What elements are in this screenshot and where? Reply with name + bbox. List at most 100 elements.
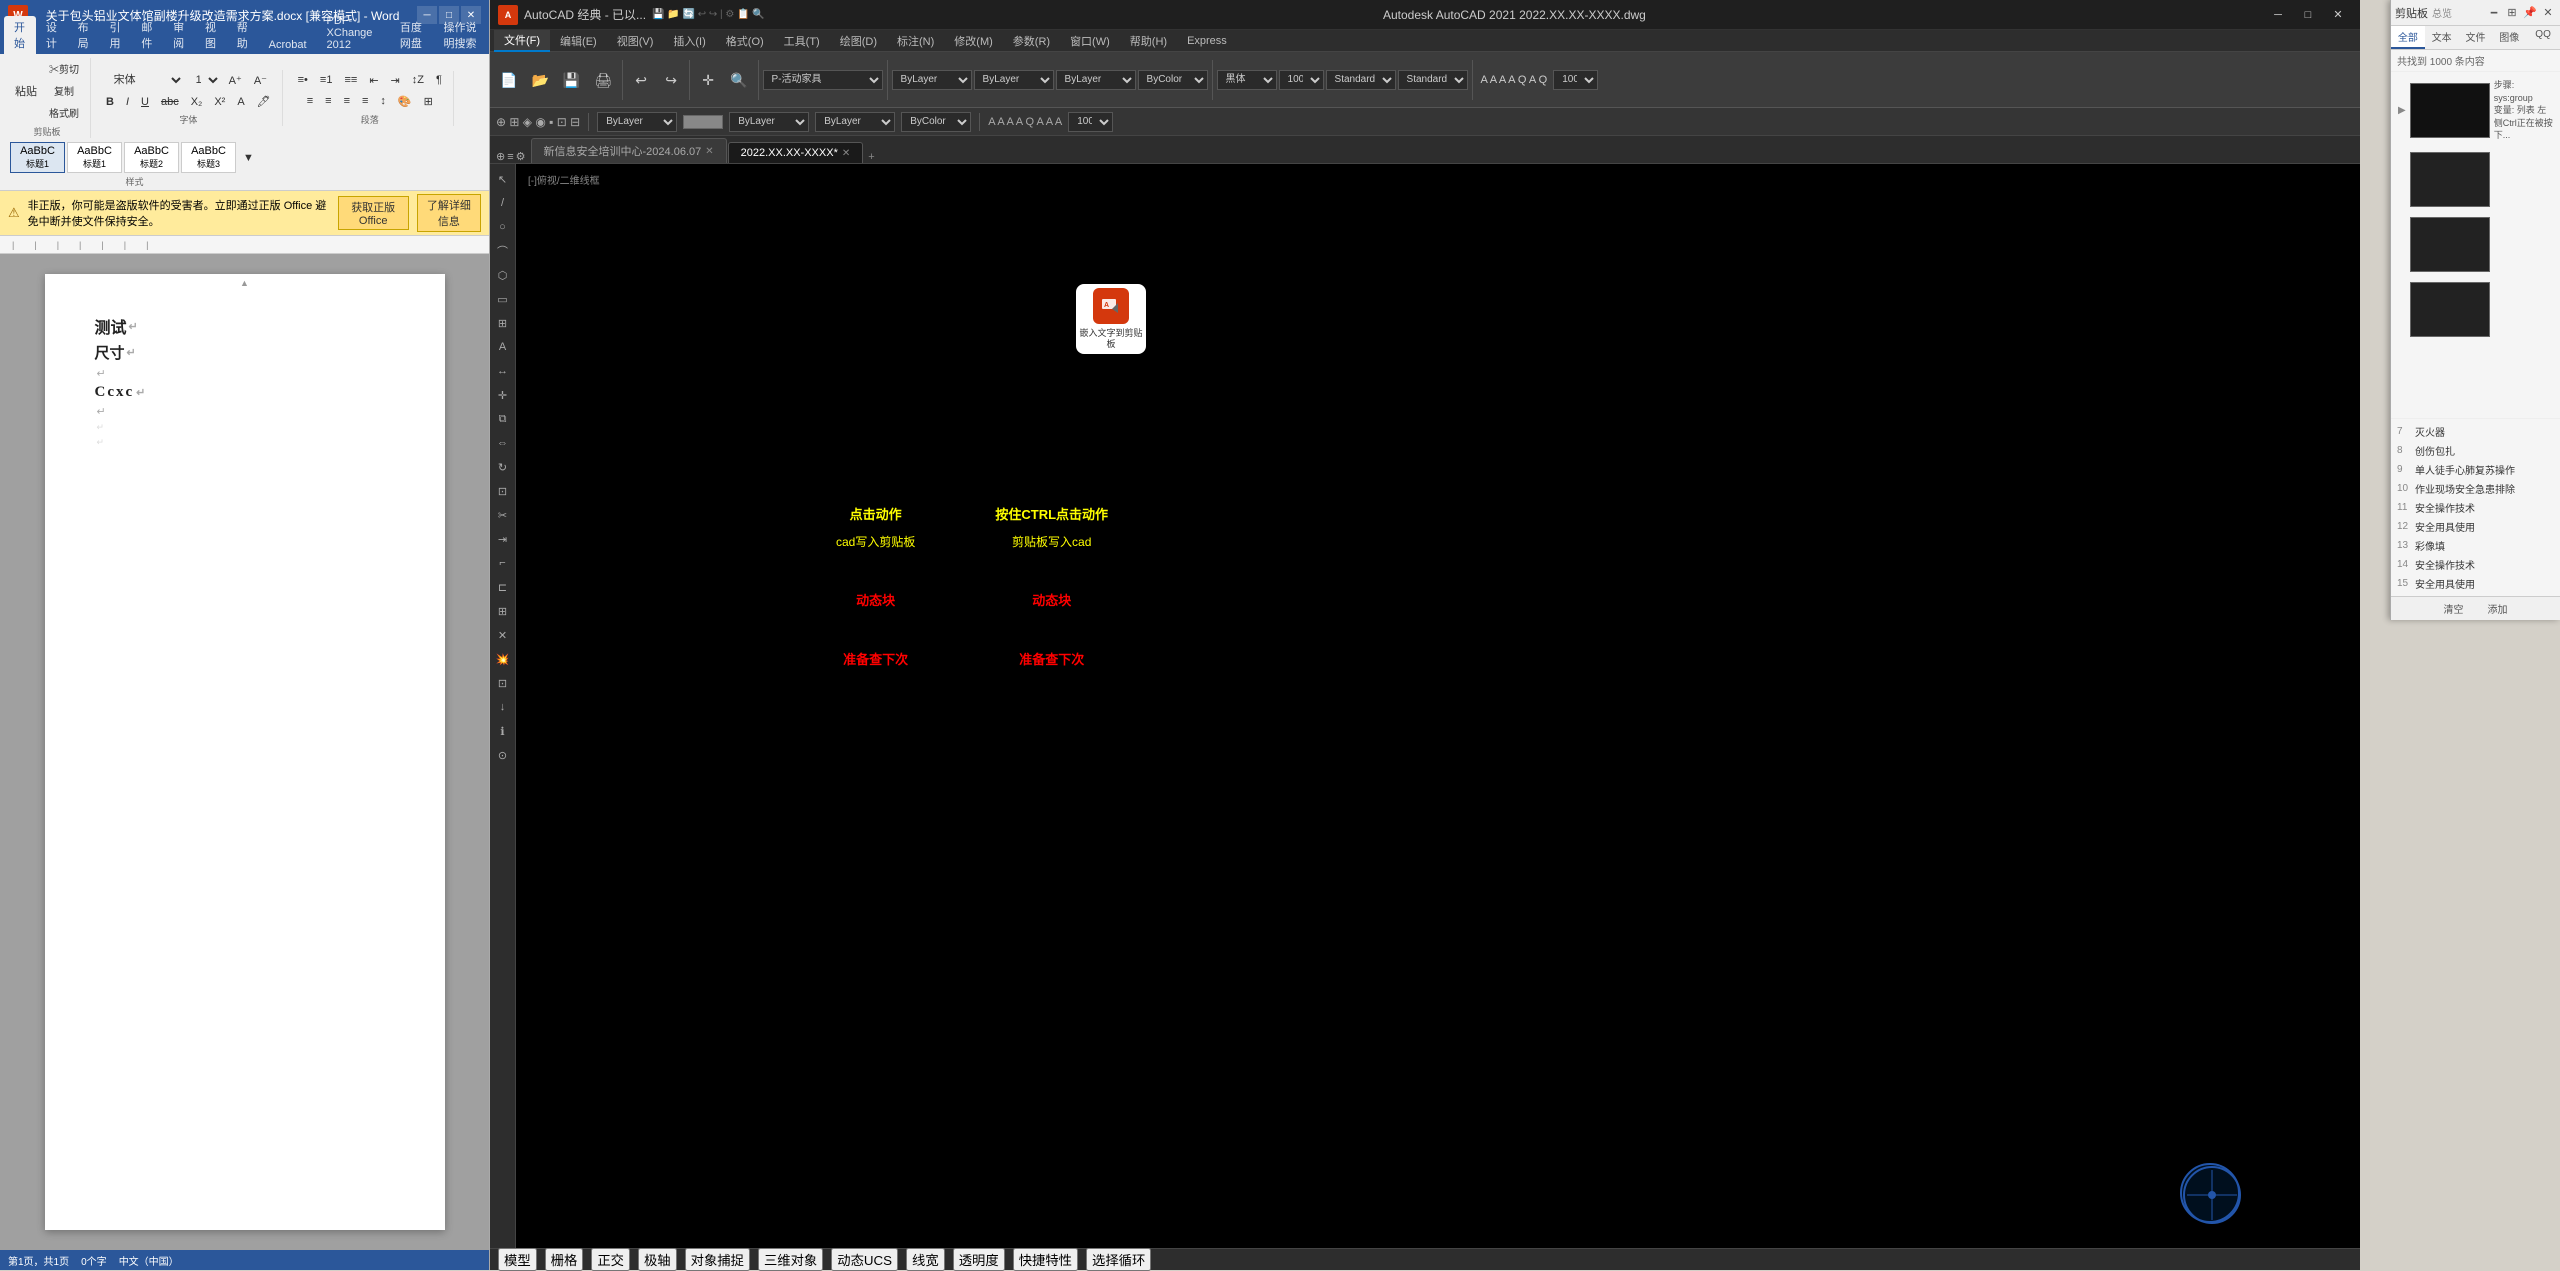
shading-btn[interactable]: 🎨	[393, 92, 417, 111]
cad-menu-help[interactable]: 帮助(H)	[1120, 31, 1177, 51]
cad-move-btn[interactable]: ✛	[694, 70, 722, 90]
indent-increase-btn[interactable]: ⇥	[386, 71, 405, 90]
cad-tool-offset[interactable]: ⊏	[492, 576, 514, 598]
clip-filter-all[interactable]: 全部	[2391, 26, 2425, 49]
align-right-btn[interactable]: ≡	[339, 92, 355, 110]
cad-tool-rect[interactable]: ▭	[492, 288, 514, 310]
status-3dosnap[interactable]: 三维对象	[758, 1248, 823, 1271]
status-ducs[interactable]: 动态UCS	[831, 1248, 898, 1271]
cad-tool-explode[interactable]: 💥	[492, 648, 514, 670]
cad-tool-hatch[interactable]: ⊞	[492, 312, 514, 334]
get-office-btn[interactable]: 获取正版 Office	[338, 196, 409, 230]
clipboard-layout-btn[interactable]: ⊞	[2504, 5, 2520, 21]
cad-tool-line[interactable]: /	[492, 192, 514, 214]
cad-maximize-btn[interactable]: □	[2294, 5, 2322, 25]
clipboard-item-3[interactable]: ▶	[2395, 214, 2556, 275]
clip-filter-qq[interactable]: QQ	[2526, 26, 2560, 49]
cad-menu-view[interactable]: 视图(V)	[607, 31, 664, 51]
clip-text-9[interactable]: 9 单人徒手心肺复苏操作	[2397, 461, 2554, 478]
format-paint-btn[interactable]: 格式刷	[44, 102, 84, 123]
cad-doc-tab-1-close[interactable]: ✕	[705, 146, 713, 157]
cad-doc-tab-1[interactable]: 新信息安全培训中心-2024.06.07 ✕	[531, 138, 727, 163]
tab-settings-btn[interactable]: ⚙	[516, 150, 526, 163]
tab-layout[interactable]: 布局	[68, 16, 100, 54]
cad-tool-extend[interactable]: ⇥	[492, 528, 514, 550]
tab-acrobat[interactable]: Acrobat	[259, 36, 317, 54]
scale-select[interactable]: 100	[1553, 70, 1598, 90]
cad-tool-fillet[interactable]: ⌐	[492, 552, 514, 574]
bold-btn[interactable]: B	[101, 93, 119, 111]
sort-btn[interactable]: ↕Z	[407, 71, 429, 89]
cad-canvas[interactable]: [-]俯视/二维线框 A 嵌入文字到剪贴板 点击动作 cad写入剪贴板	[516, 164, 2360, 1248]
cad-menu-window[interactable]: 窗口(W)	[1060, 31, 1120, 51]
text-style-select1[interactable]: Standard	[1326, 70, 1396, 90]
clip-filter-text[interactable]: 文本	[2425, 26, 2459, 49]
cad-zoom-btn[interactable]: 🔍	[724, 70, 753, 90]
cad-tool-erase[interactable]: ✕	[492, 624, 514, 646]
clip-filter-image[interactable]: 图像	[2492, 26, 2526, 49]
multilevel-btn[interactable]: ≡≡	[339, 71, 362, 89]
align-left-btn[interactable]: ≡	[302, 92, 318, 110]
justify-btn[interactable]: ≡	[357, 92, 373, 110]
clip-text-15[interactable]: 15 安全用具使用	[2397, 575, 2554, 592]
prop-layer-select[interactable]: ByLayer	[597, 112, 677, 132]
style-h3[interactable]: AaBbC标题3	[181, 142, 236, 173]
cad-tool-trim[interactable]: ✂	[492, 504, 514, 526]
status-osnap[interactable]: 对象捕捉	[685, 1248, 750, 1271]
font-grow-btn[interactable]: A⁺	[224, 71, 247, 90]
status-ortho[interactable]: 正交	[591, 1248, 630, 1271]
status-qprop[interactable]: 快捷特性	[1013, 1248, 1078, 1271]
status-grid[interactable]: 栅格	[545, 1248, 584, 1271]
indent-decrease-btn[interactable]: ⇤	[364, 71, 383, 90]
cad-save-btn[interactable]: 💾	[557, 70, 586, 90]
cad-tool-arc[interactable]: ⌒	[492, 240, 514, 262]
strikethrough-btn[interactable]: abc	[156, 93, 184, 111]
cad-tool-scale[interactable]: ⊡	[492, 480, 514, 502]
prop-plotstyle-select[interactable]: ByColor	[901, 112, 971, 132]
layer-color-select[interactable]: ByLayer	[892, 70, 972, 90]
cad-close-btn[interactable]: ✕	[2324, 5, 2352, 25]
cad-menu-draw[interactable]: 绘图(D)	[830, 31, 887, 51]
cad-menu-tools[interactable]: 工具(T)	[774, 31, 830, 51]
clip-text-7[interactable]: 7 灭火器	[2397, 423, 2554, 440]
cad-menu-format[interactable]: 格式(O)	[716, 31, 774, 51]
style-normal[interactable]: AaBbC标题1	[10, 142, 65, 173]
copy-btn[interactable]: 复制	[44, 80, 84, 101]
cad-tool-properties[interactable]: ℹ	[492, 720, 514, 742]
styles-expand-btn[interactable]: ▼	[238, 149, 259, 167]
align-center-btn[interactable]: ≡	[320, 92, 336, 110]
clipboard-clear-btn[interactable]: 清空	[2438, 599, 2470, 618]
cad-menu-insert[interactable]: 插入(I)	[663, 31, 715, 51]
font-size-select[interactable]: 12 14 16	[187, 70, 222, 90]
cad-tool-text[interactable]: A	[492, 336, 514, 358]
tab-view[interactable]: 视图	[195, 16, 227, 54]
clipboard-close-btn[interactable]: ✕	[2540, 5, 2556, 21]
status-trans[interactable]: 透明度	[953, 1248, 1005, 1271]
status-polar[interactable]: 极轴	[638, 1248, 677, 1271]
cad-tool-insert[interactable]: ↓	[492, 696, 514, 718]
cad-open-btn[interactable]: 📂	[525, 70, 554, 90]
cad-menu-modify[interactable]: 修改(M)	[944, 31, 1003, 51]
border-btn[interactable]: ⊞	[419, 92, 438, 111]
cad-new-btn[interactable]: 📄	[494, 70, 523, 90]
tab-design[interactable]: 设计	[36, 16, 68, 54]
cad-minimize-btn[interactable]: ─	[2264, 5, 2292, 25]
cad-print-btn[interactable]: 🖨	[588, 70, 618, 90]
bullets-btn[interactable]: ≡•	[293, 71, 313, 89]
tab-search[interactable]: 操作说明搜索	[433, 16, 489, 54]
cad-tool-layer[interactable]: ⊙	[492, 744, 514, 766]
highlight-btn[interactable]: 🖊	[252, 92, 276, 111]
subscript-btn[interactable]: X₂	[186, 93, 208, 111]
paste-btn[interactable]: 粘贴	[10, 80, 42, 102]
layer-lineweight-select[interactable]: ByLayer	[1056, 70, 1136, 90]
scale-select2[interactable]: 100	[1068, 112, 1113, 132]
tab-review[interactable]: 审阅	[163, 16, 195, 54]
layer-plotstyle-select[interactable]: ByColor	[1138, 70, 1208, 90]
cad-tool-move[interactable]: ✛	[492, 384, 514, 406]
italic-btn[interactable]: I	[121, 93, 134, 111]
cad-redo-btn[interactable]: ↪	[657, 70, 685, 90]
tab-mail[interactable]: 邮件	[131, 16, 163, 54]
style-h1[interactable]: AaBbC标题1	[67, 142, 122, 173]
cad-tool-circle[interactable]: ○	[492, 216, 514, 238]
clip-text-13[interactable]: 13 彩像填	[2397, 537, 2554, 554]
